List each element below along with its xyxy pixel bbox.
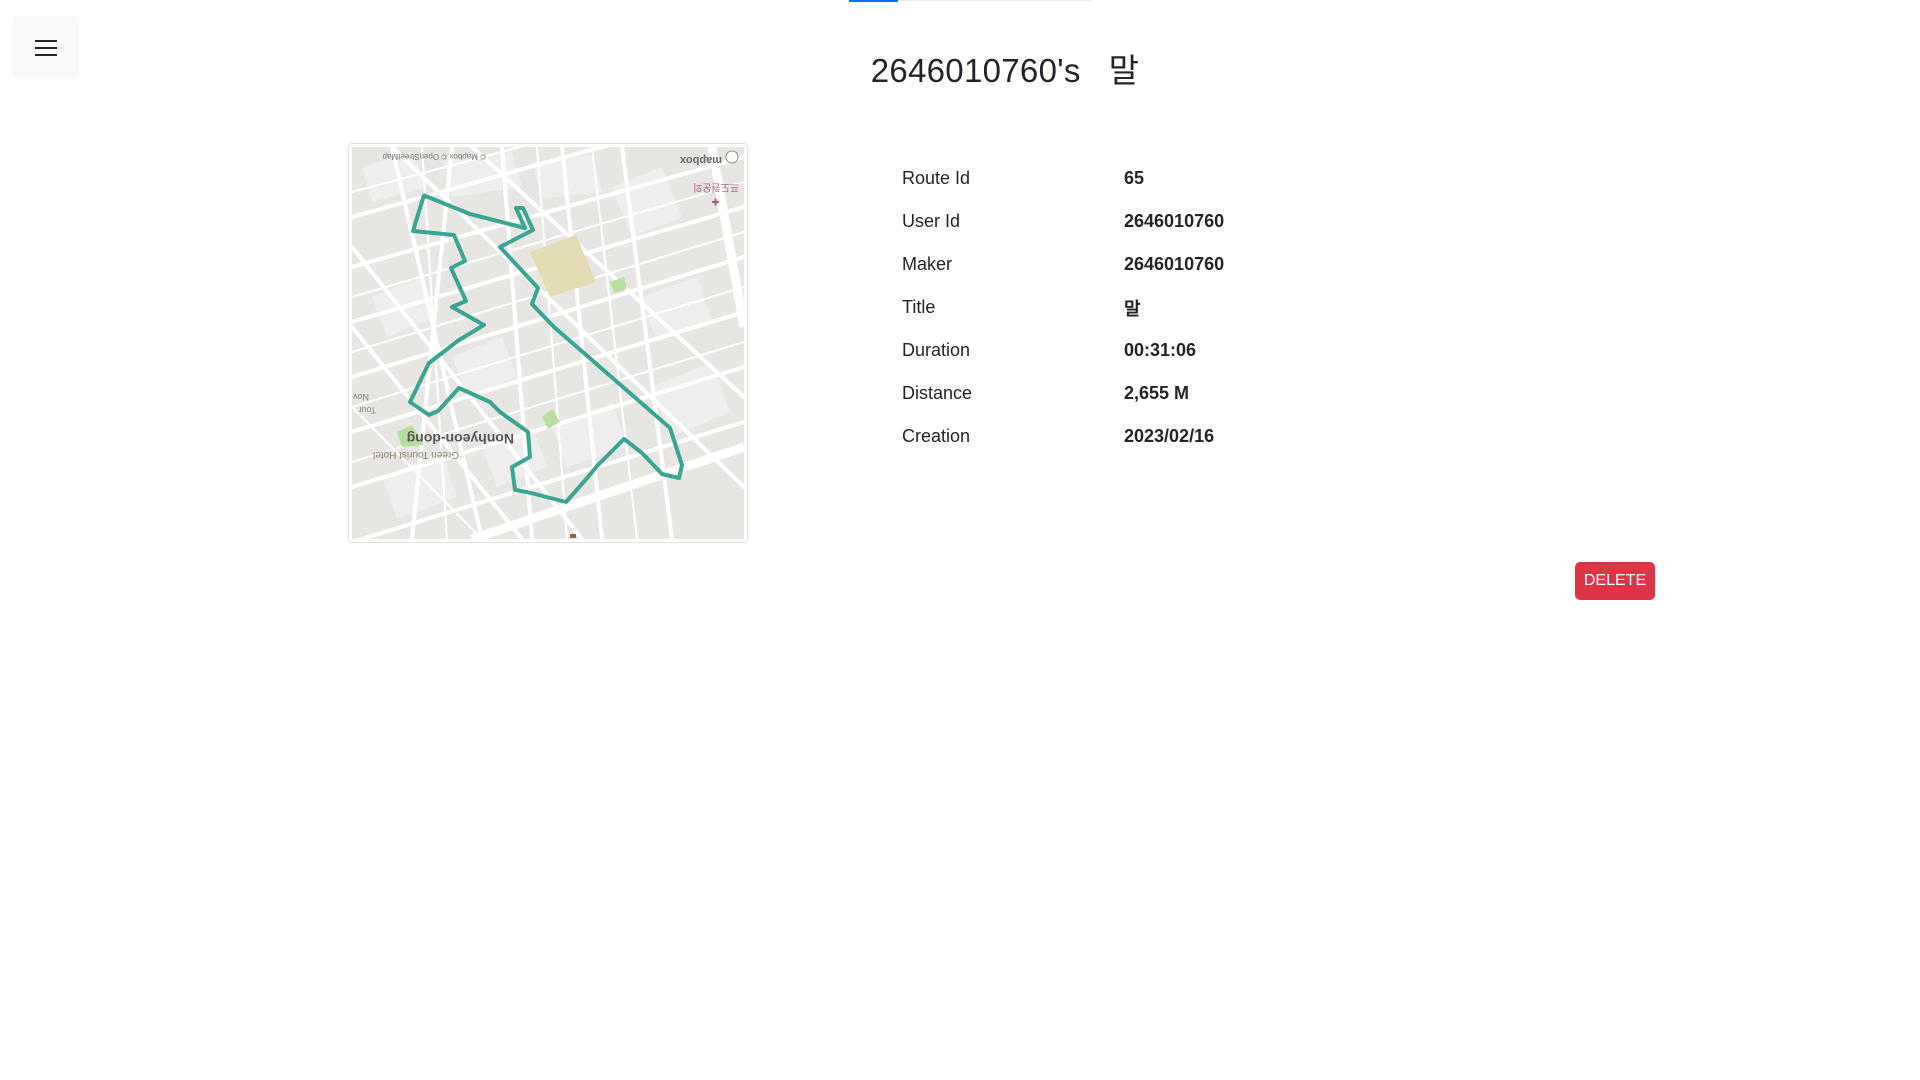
- hotel-marker-icon: [570, 534, 576, 538]
- detail-value: 00:31:06: [1124, 340, 1197, 360]
- detail-label: Title: [902, 297, 936, 317]
- detail-row-route-id: Route Id 65: [902, 157, 1224, 200]
- detail-value: 65: [1124, 168, 1145, 188]
- detail-value: 말: [1124, 298, 1141, 319]
- detail-row-maker: Maker 2646010760: [902, 243, 1224, 286]
- detail-label: Distance: [902, 383, 973, 403]
- page-title-user: 2646010760's: [870, 52, 1081, 89]
- detail-value: 2023/02/16: [1124, 426, 1215, 446]
- detail-value: 2646010760: [1124, 211, 1225, 231]
- map-attribution: © Mapbox © OpenStreetMap: [382, 152, 486, 161]
- page-title: 2646010760's 말: [0, 44, 1920, 92]
- page-title-route: 말: [1108, 52, 1140, 89]
- detail-label: Creation: [902, 426, 971, 446]
- map-logo: mapbox: [679, 154, 722, 166]
- map-place-label: Nonhyeon-dong: [407, 431, 514, 447]
- detail-label: Duration: [902, 340, 971, 360]
- top-tab-active-indicator: [849, 0, 898, 2]
- detail-label: Maker: [902, 254, 953, 274]
- delete-button[interactable]: DELETE: [1575, 562, 1655, 600]
- detail-row-distance: Distance 2,655 M: [902, 372, 1224, 415]
- detail-value: 2646010760: [1124, 254, 1225, 274]
- detail-row-title: Title 말: [902, 286, 1224, 329]
- map-edge-label-1: Nov: [352, 392, 369, 402]
- detail-row-duration: Duration 00:31:06: [902, 329, 1224, 372]
- route-map-canvas: Nonhyeon-dong Green Tourist Hotel © Mapb…: [352, 147, 744, 539]
- detail-label: Route Id: [902, 168, 971, 188]
- route-details: Route Id 65 User Id 2646010760 Maker 264…: [902, 157, 1224, 458]
- map-korean-label: 프도원운의: [693, 181, 739, 193]
- map-edge-label-2: Tour: [358, 405, 376, 415]
- detail-label: User Id: [902, 211, 961, 231]
- mapbox-info-icon[interactable]: [725, 150, 739, 164]
- map-poi-label: Green Tourist Hotel: [373, 449, 459, 460]
- route-map[interactable]: Nonhyeon-dong Green Tourist Hotel © Mapb…: [348, 143, 748, 543]
- detail-value: 2,655 M: [1124, 383, 1190, 403]
- detail-row-creation: Creation 2023/02/16: [902, 415, 1224, 458]
- detail-row-user-id: User Id 2646010760: [902, 200, 1224, 243]
